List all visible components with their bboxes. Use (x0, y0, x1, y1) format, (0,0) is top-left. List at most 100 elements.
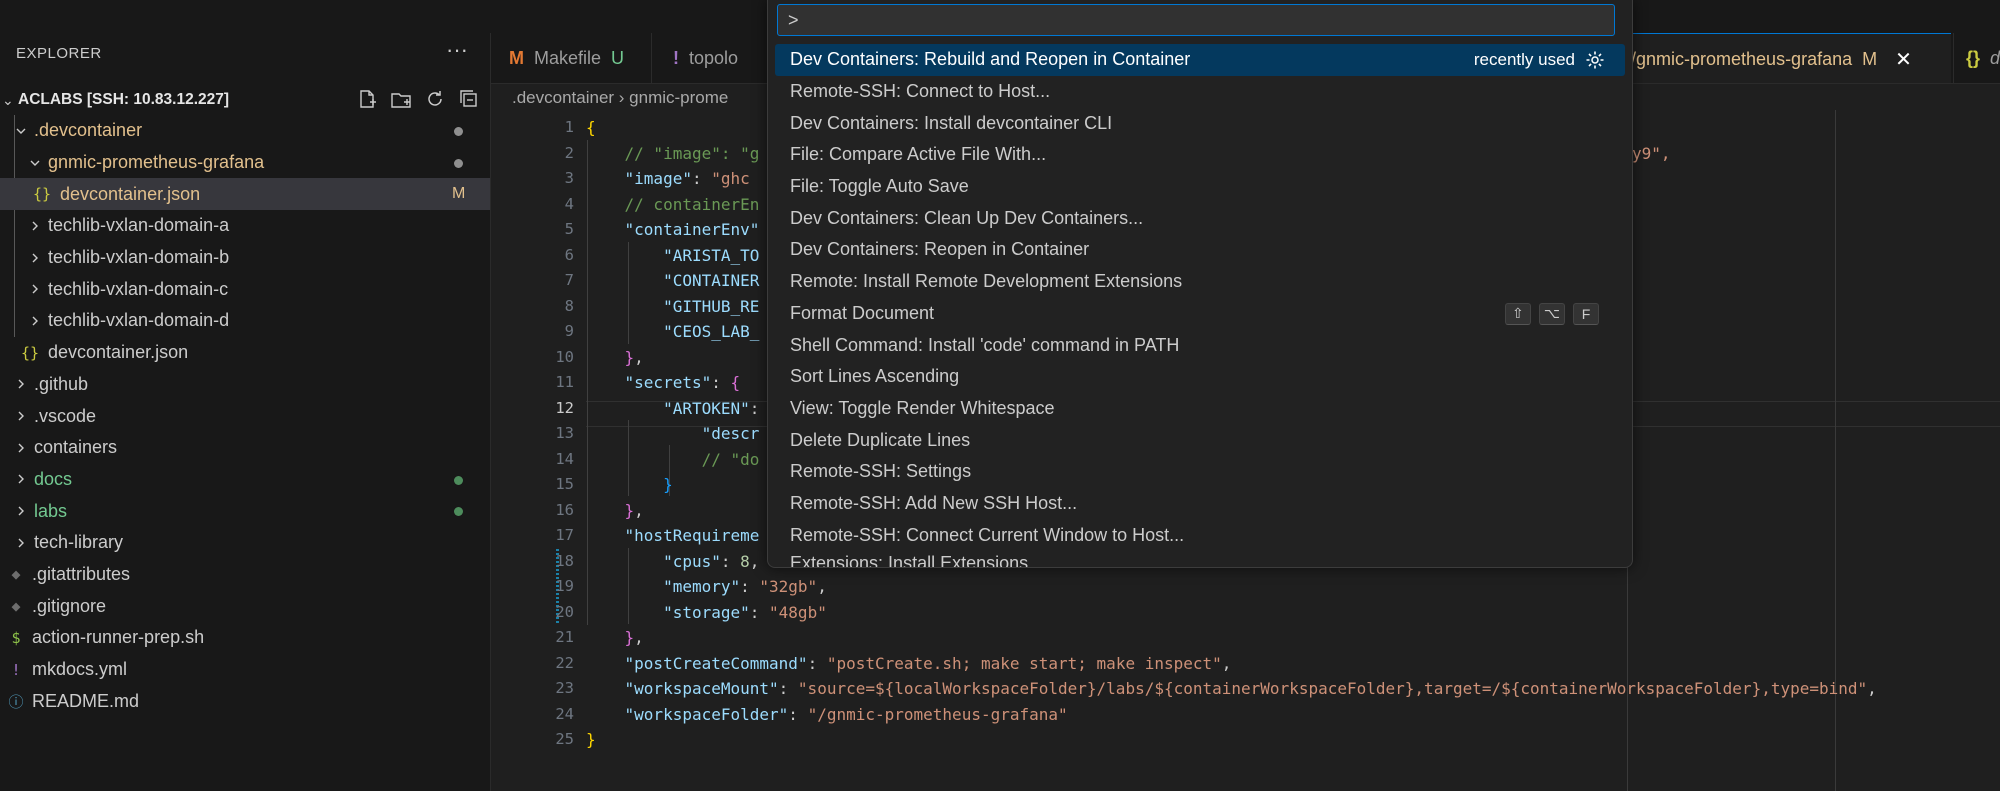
code-line: } (586, 730, 596, 749)
json-file-icon: {} (20, 343, 40, 362)
tree-item-devcontainer-folder[interactable]: .devcontainer (0, 115, 490, 147)
line-number: 8 (564, 296, 574, 315)
tab-devcontainer-json[interactable]: /gnmic-prometheus-grafana M ✕ (1631, 33, 1951, 83)
breadcrumb[interactable]: .devcontainer › gnmic-prome (512, 88, 728, 108)
tree-item-gnmic-folder[interactable]: gnmic-prometheus-grafana (0, 147, 490, 179)
tree-item-github[interactable]: .github (0, 369, 490, 401)
tree-item-label: .gitattributes (32, 563, 131, 584)
tree-item-labs[interactable]: labs (0, 495, 490, 527)
command-palette-input[interactable] (777, 4, 1615, 36)
command-item[interactable]: Remote-SSH: Connect Current Window to Ho… (775, 519, 1625, 551)
tab-topology[interactable]: ! topolo (653, 33, 783, 83)
gear-icon[interactable] (1585, 50, 1605, 70)
line-number: 22 (555, 653, 574, 672)
code-line: "workspaceFolder": "/gnmic-prometheus-gr… (624, 704, 1068, 724)
line-number: 3 (564, 169, 574, 187)
line-number: 25 (555, 730, 574, 748)
command-palette: Dev Containers: Rebuild and Reopen in Co… (767, 0, 1633, 568)
line-number: 19 (555, 577, 574, 595)
modified-badge: M (452, 185, 466, 203)
yaml-file-icon: ! (11, 660, 21, 679)
ellipsis-icon[interactable]: ··· (446, 37, 468, 63)
line-number: 23 (555, 679, 574, 697)
command-item[interactable]: Remote-SSH: Settings (775, 456, 1625, 488)
tree-item-techlib-d[interactable]: techlib-vxlan-domain-d (0, 305, 490, 337)
command-item[interactable]: Dev Containers: Install devcontainer CLI (775, 107, 1625, 139)
command-item[interactable]: Dev Containers: Clean Up Dev Containers.… (775, 202, 1625, 234)
refresh-icon[interactable] (424, 88, 446, 110)
tree-item-tech-library[interactable]: tech-library (0, 527, 490, 559)
command-item[interactable]: Dev Containers: Reopen in Container (775, 234, 1625, 266)
tree-item-label: docs (34, 468, 73, 489)
command-item[interactable]: Remote: Install Remote Development Exten… (775, 266, 1625, 298)
tree-item-docs[interactable]: docs (0, 464, 490, 496)
tree-item-readme[interactable]: ⓘ README.md (0, 685, 490, 717)
tab-makefile[interactable]: M Makefile U (491, 33, 652, 83)
tree-item-label: containers (34, 437, 118, 458)
tab-label: topolo (689, 47, 739, 68)
tree-item-devcontainer-json-active[interactable]: {} devcontainer.json M (0, 178, 490, 211)
line-number: 17 (555, 526, 574, 544)
command-item[interactable]: Remote-SSH: Connect to Host... (775, 76, 1625, 108)
command-label: Shell Command: Install 'code' command in… (790, 334, 1180, 355)
tab-label: devc (1990, 47, 2000, 68)
tab-devcontainer-other[interactable]: {} devc (1953, 33, 2000, 83)
command-label: Remote: Install Remote Development Exten… (790, 271, 1183, 292)
workspace-root[interactable]: ⌄ ACLABS [SSH: 10.83.12.227] (0, 85, 490, 115)
command-item[interactable]: Extensions: Install Extensions (775, 551, 1625, 567)
command-item[interactable]: Remote-SSH: Add New SSH Host... (775, 488, 1625, 520)
tab-label: /gnmic-prometheus-grafana (1631, 48, 1853, 69)
line-number: 24 (555, 704, 574, 723)
tree-item-label: devcontainer.json (60, 183, 201, 204)
command-item[interactable]: Sort Lines Ascending (775, 361, 1625, 393)
line-number-current: 12 (555, 398, 574, 417)
line-number: 16 (555, 500, 574, 519)
chevron-right-icon (28, 283, 42, 295)
collapse-all-icon[interactable] (458, 88, 480, 110)
command-item[interactable]: Delete Duplicate Lines (775, 424, 1625, 456)
tree-item-devcontainer-json[interactable]: {} devcontainer.json (0, 337, 490, 369)
info-icon: ⓘ (8, 692, 24, 711)
line-number: 10 (555, 347, 574, 366)
command-label: Dev Containers: Reopen in Container (790, 239, 1090, 260)
command-item[interactable]: View: Toggle Render Whitespace (775, 393, 1625, 425)
makefile-icon: M (509, 47, 524, 68)
tree-item-techlib-b[interactable]: techlib-vxlan-domain-b (0, 242, 490, 274)
command-item[interactable]: Format Document ⇧ ⌥ F (775, 298, 1625, 330)
yaml-file-icon: ! (673, 47, 679, 68)
command-label: File: Compare Active File With... (790, 144, 1047, 165)
tree-item-mkdocs[interactable]: ! mkdocs.yml (0, 654, 490, 686)
tree-item-label: .devcontainer (34, 120, 143, 141)
tree-item-action-runner[interactable]: $ action-runner-prep.sh (0, 622, 490, 654)
tree-item-gitattributes[interactable]: ◆ .gitattributes (0, 559, 490, 591)
line-number: 18 (555, 551, 574, 570)
git-file-icon: ◆ (11, 597, 21, 616)
tree-item-label: tech-library (34, 532, 124, 553)
untracked-badge: U (611, 47, 625, 68)
git-file-icon: ◆ (11, 565, 21, 584)
new-folder-icon[interactable] (390, 88, 412, 110)
command-item-selected[interactable]: Dev Containers: Rebuild and Reopen in Co… (775, 44, 1625, 76)
line-number: 4 (564, 194, 574, 213)
code-line: "workspaceMount": "source=${localWorkspa… (624, 679, 1877, 698)
tree-item-label: devcontainer.json (48, 342, 189, 363)
command-label: Remote-SSH: Connect to Host... (790, 81, 1051, 102)
tree-item-label: techlib-vxlan-domain-c (48, 278, 229, 299)
tree-item-gitignore[interactable]: ◆ .gitignore (0, 590, 490, 622)
status-dot (454, 158, 463, 168)
tree-item-label: README.md (32, 690, 140, 711)
tree-item-label: .vscode (34, 405, 97, 426)
command-item[interactable]: File: Toggle Auto Save (775, 171, 1625, 203)
close-icon[interactable]: ✕ (1895, 47, 1912, 72)
tree-item-techlib-c[interactable]: techlib-vxlan-domain-c (0, 273, 490, 305)
command-item[interactable]: File: Compare Active File With... (775, 139, 1625, 171)
explorer-title: EXPLORER (16, 45, 102, 62)
command-label: View: Toggle Render Whitespace (790, 397, 1055, 418)
tree-item-techlib-a[interactable]: techlib-vxlan-domain-a (0, 210, 490, 242)
new-file-icon[interactable] (356, 88, 378, 110)
chevron-right-icon (28, 252, 42, 264)
tree-item-label: techlib-vxlan-domain-d (48, 310, 230, 331)
tree-item-containers[interactable]: containers (0, 432, 490, 464)
tree-item-vscode[interactable]: .vscode (0, 400, 490, 432)
command-item[interactable]: Shell Command: Install 'code' command in… (775, 329, 1625, 361)
